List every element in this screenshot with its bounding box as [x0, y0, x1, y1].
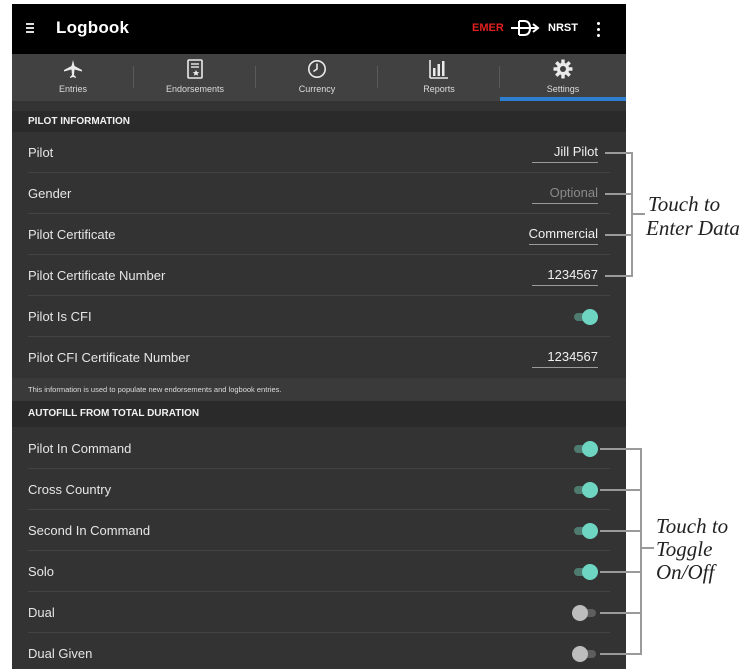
callout-toggle-line1: Touch to: [656, 514, 729, 538]
pilot-certificate-row[interactable]: Pilot Certificate Commercial: [12, 214, 626, 255]
autofill-label: Dual: [28, 605, 55, 620]
tab-endorsements[interactable]: Endorsements: [134, 54, 256, 101]
autofill-row-dual-given[interactable]: Dual Given: [12, 633, 626, 669]
autofill-label: Solo: [28, 564, 55, 579]
gear-icon: [553, 59, 573, 79]
pilot-field[interactable]: Jill Pilot: [532, 144, 598, 163]
pilot-row[interactable]: Pilot Jill Pilot: [12, 132, 626, 173]
tab-label: Currency: [298, 84, 336, 94]
clock-icon: [308, 60, 326, 78]
callout-enter-data-line1: Touch to: [648, 192, 721, 216]
autofill-row-solo[interactable]: Solo: [12, 551, 626, 592]
autofill-row-cross-country[interactable]: Cross Country: [12, 469, 626, 510]
info-note: This information is used to populate new…: [12, 378, 626, 401]
gender-row[interactable]: Gender Optional: [12, 173, 626, 214]
autofill-row-pilot-in-command[interactable]: Pilot In Command: [12, 428, 626, 469]
tab-label: Entries: [58, 84, 87, 94]
pilot-cfi-certificate-number-row[interactable]: Pilot CFI Certificate Number 1234567: [12, 337, 626, 378]
tab-bar: Entries Endorsements Currency Reports Se…: [12, 54, 626, 101]
tab-entries[interactable]: Entries: [12, 54, 134, 101]
more-vert-icon[interactable]: [592, 18, 606, 40]
callout-toggle-line2: Toggle: [656, 537, 713, 561]
dual-toggle[interactable]: [572, 605, 598, 621]
certificate-icon: [187, 59, 203, 79]
logbook-app: Logbook EMER NRST Entries Endorsements C…: [12, 4, 626, 669]
tab-settings[interactable]: Settings: [500, 54, 626, 101]
pilot-cfi-certificate-number-field[interactable]: 1234567: [532, 349, 598, 368]
solo-toggle[interactable]: [572, 564, 598, 580]
pilot-certificate-field[interactable]: Commercial: [528, 226, 598, 245]
pilot-is-cfi-row[interactable]: Pilot Is CFI: [12, 296, 626, 337]
bar-chart-icon: [429, 60, 448, 79]
pilot-is-cfi-label: Pilot Is CFI: [28, 309, 92, 324]
tab-reports[interactable]: Reports: [378, 54, 500, 101]
pilot-in-command-toggle[interactable]: [572, 441, 598, 457]
section-header-autofill: AUTOFILL FROM TOTAL DURATION: [12, 401, 626, 427]
direct-to-icon[interactable]: [510, 18, 540, 38]
gender-field[interactable]: Optional: [532, 185, 598, 204]
tab-label: Reports: [423, 84, 455, 94]
gender-label: Gender: [28, 186, 72, 201]
callout-toggle-line3: On/Off: [656, 560, 715, 584]
second-in-command-toggle[interactable]: [572, 523, 598, 539]
page-title: Logbook: [56, 18, 130, 37]
title-bar: Logbook EMER NRST: [12, 4, 626, 54]
dual-given-toggle[interactable]: [572, 646, 598, 662]
pilot-certificate-label: Pilot Certificate: [28, 227, 116, 242]
tab-currency[interactable]: Currency: [256, 54, 378, 101]
autofill-label: Dual Given: [28, 646, 93, 661]
section-header-pilot-information: PILOT INFORMATION: [12, 111, 626, 132]
tab-label: Settings: [546, 84, 580, 94]
pilot-is-cfi-toggle[interactable]: [572, 309, 598, 325]
autofill-label: Cross Country: [28, 482, 112, 497]
pilot-certificate-number-label: Pilot Certificate Number: [28, 268, 166, 283]
pilot-cfi-certificate-number-label: Pilot CFI Certificate Number: [28, 350, 190, 365]
autofill-row-second-in-command[interactable]: Second In Command: [12, 510, 626, 551]
cross-country-toggle[interactable]: [572, 482, 598, 498]
menu-icon[interactable]: [20, 16, 40, 40]
tab-label: Endorsements: [165, 84, 225, 94]
autofill-label: Pilot In Command: [28, 441, 132, 456]
pilot-certificate-number-field[interactable]: 1234567: [532, 267, 598, 286]
autofill-row-dual[interactable]: Dual: [12, 592, 626, 633]
emer-button[interactable]: EMER: [472, 22, 504, 34]
autofill-label: Second In Command: [28, 523, 151, 538]
pilot-label: Pilot: [28, 145, 54, 160]
nrst-button[interactable]: NRST: [548, 22, 578, 34]
active-tab-indicator: [500, 97, 626, 101]
callout-enter-data-line2: Enter Data: [646, 216, 740, 240]
airplane-icon: [64, 60, 82, 78]
pilot-certificate-number-row[interactable]: Pilot Certificate Number 1234567: [12, 255, 626, 296]
